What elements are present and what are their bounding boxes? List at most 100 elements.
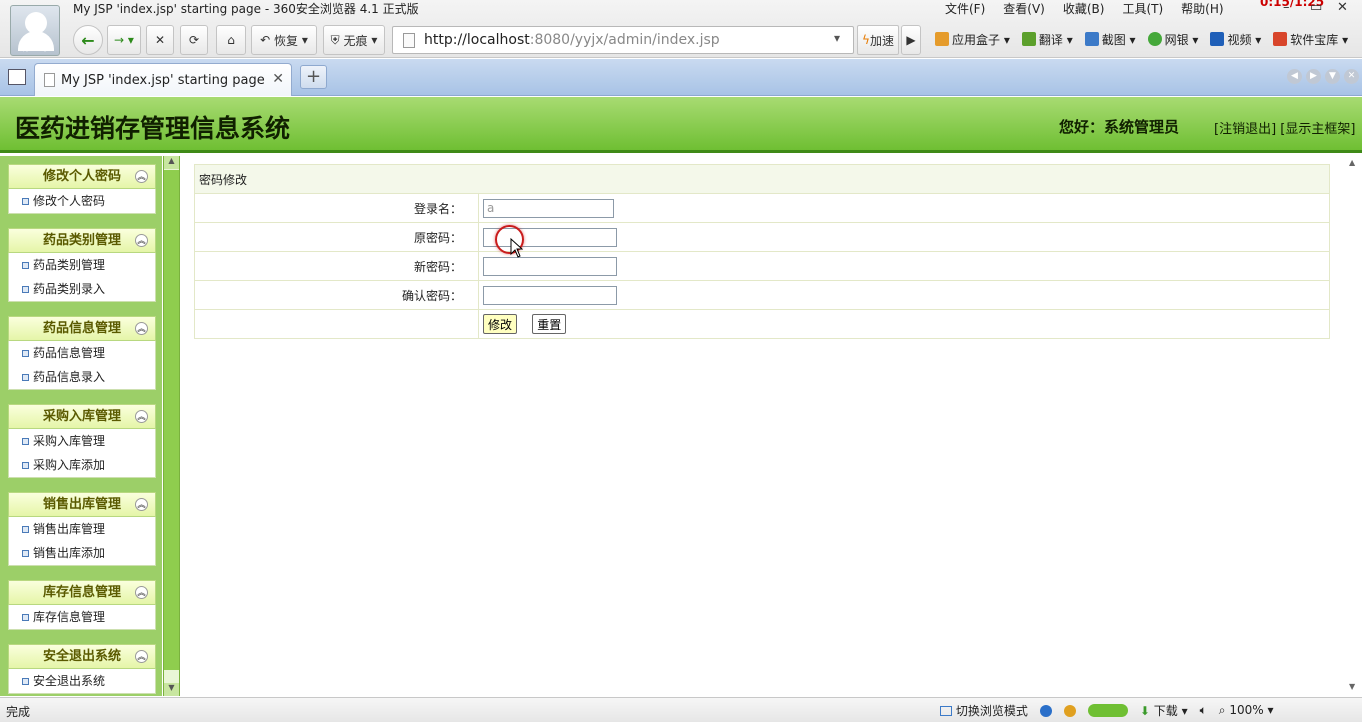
sidebar-group-password: 修改个人密码 ︽ 修改个人密码 bbox=[8, 164, 156, 214]
play-icon: ▶ bbox=[906, 33, 916, 47]
frame-splitter-scrollbar[interactable]: ▲ ▼ bbox=[163, 156, 180, 696]
sidebar-group-header[interactable]: 药品类别管理 ︽ bbox=[8, 228, 156, 253]
sidebar-item-sales-add[interactable]: 销售出库添加 bbox=[9, 541, 155, 565]
lightning-icon: ϟ bbox=[862, 33, 870, 47]
menu-file[interactable]: 文件(F) bbox=[945, 0, 985, 17]
sidebar-item-category-add[interactable]: 药品类别录入 bbox=[9, 277, 155, 301]
menu-help[interactable]: 帮助(H) bbox=[1181, 0, 1223, 17]
switch-mode-button[interactable]: 切换浏览模式 bbox=[940, 702, 1028, 719]
restore-label: 恢复 bbox=[274, 33, 299, 48]
sidebar-group-sales: 销售出库管理 ︽ 销售出库管理 销售出库添加 bbox=[8, 492, 156, 566]
sidebar-item-stock-manage[interactable]: 库存信息管理 bbox=[9, 605, 155, 629]
page-scrollbar[interactable]: ▲ ▼ bbox=[1345, 156, 1362, 696]
sidebar-group-header[interactable]: 销售出库管理 ︽ bbox=[8, 492, 156, 517]
nav-left-icon[interactable]: ◀ bbox=[1287, 69, 1302, 84]
close-tab-icon[interactable]: ✕ bbox=[272, 71, 284, 87]
sidebar-item-drug-add[interactable]: 药品信息录入 bbox=[9, 365, 155, 389]
home-button[interactable]: ⌂ bbox=[216, 25, 246, 55]
login-name-input[interactable] bbox=[483, 198, 614, 218]
system-header: 医药进销存管理信息系统 您好：系统管理员 [注销退出] [显示主框架] bbox=[0, 97, 1362, 153]
menu-favorites[interactable]: 收藏(B) bbox=[1063, 0, 1105, 17]
address-dropdown-icon[interactable]: ▾ bbox=[834, 31, 840, 45]
sidebar-item-drug-manage[interactable]: 药品信息管理 bbox=[9, 341, 155, 365]
status-text: 完成 bbox=[6, 705, 31, 719]
sidebar-group-header[interactable]: 库存信息管理 ︽ bbox=[8, 580, 156, 605]
forward-button[interactable]: → ▾ bbox=[107, 25, 141, 55]
bank-button[interactable]: 网银 ▾ bbox=[1147, 31, 1198, 48]
header-links[interactable]: [注销退出] [显示主框架] bbox=[1214, 118, 1355, 137]
stop-icon: ✕ bbox=[154, 33, 166, 47]
close-all-icon[interactable]: ✕ bbox=[1344, 69, 1359, 84]
password-form: 密码修改 登录名： 原密码： 新密码： 确认密码： 修改 重置 bbox=[194, 164, 1330, 339]
sidebar-item-purchase-add[interactable]: 采购入库添加 bbox=[9, 453, 155, 477]
sidebar-item-category-manage[interactable]: 药品类别管理 bbox=[9, 253, 155, 277]
window-icon bbox=[940, 706, 952, 716]
sidebar-group-header[interactable]: 修改个人密码 ︽ bbox=[8, 164, 156, 189]
tab-index[interactable]: My JSP 'index.jsp' starting page ✕ bbox=[34, 63, 292, 96]
new-tab-button[interactable]: + bbox=[300, 65, 327, 89]
sidebar-group-drug-category: 药品类别管理 ︽ 药品类别管理 药品类别录入 bbox=[8, 228, 156, 302]
minimize-icon[interactable]: – bbox=[1283, 0, 1290, 15]
appbox-button[interactable]: 应用盒子 ▾ bbox=[935, 31, 1010, 48]
sidebar-item-sales-manage[interactable]: 销售出库管理 bbox=[9, 517, 155, 541]
avatar-label: 请登录 bbox=[18, 40, 52, 53]
scroll-up-icon[interactable]: ▲ bbox=[1349, 158, 1355, 167]
collapse-icon[interactable]: ︽ bbox=[135, 586, 148, 599]
collapse-icon[interactable]: ︽ bbox=[135, 498, 148, 511]
notrace-button[interactable]: ⛨ 无痕 ▾ bbox=[323, 25, 385, 55]
close-window-icon[interactable]: ✕ bbox=[1337, 0, 1348, 15]
download-icon: ⬇ bbox=[1139, 704, 1150, 718]
collapse-icon[interactable]: ︽ bbox=[135, 650, 148, 663]
video-button[interactable]: 视频 ▾ bbox=[1210, 31, 1261, 48]
menu-tools[interactable]: 工具(T) bbox=[1122, 0, 1163, 17]
download-button[interactable]: ⬇ 下载 ▾ bbox=[1140, 702, 1188, 719]
go-button[interactable]: ▶ bbox=[901, 25, 921, 55]
sidebar-group-header[interactable]: 安全退出系统 ︽ bbox=[8, 644, 156, 669]
confirm-password-input[interactable] bbox=[483, 285, 617, 305]
software-button[interactable]: 软件宝库 ▾ bbox=[1273, 31, 1348, 48]
translate-button[interactable]: 翻译 ▾ bbox=[1021, 31, 1073, 48]
maximize-icon[interactable]: ▭ bbox=[1310, 0, 1322, 15]
screenshot-button[interactable]: 截图 ▾ bbox=[1084, 31, 1136, 48]
sidebar-item-change-password[interactable]: 修改个人密码 bbox=[9, 189, 155, 213]
nav-right-icon[interactable]: ▶ bbox=[1306, 69, 1321, 84]
sidebar-toggle-icon[interactable] bbox=[8, 69, 26, 85]
ie-icon[interactable] bbox=[1039, 704, 1052, 717]
sidebar-item-purchase-manage[interactable]: 采购入库管理 bbox=[9, 429, 155, 453]
restore-button[interactable]: ↶ 恢复 ▾ bbox=[251, 25, 317, 55]
chrome-icon[interactable] bbox=[1063, 704, 1076, 717]
address-bar[interactable]: http://localhost:8080/yyjx/admin/index.j… bbox=[392, 26, 854, 54]
zoom-control[interactable]: ⌕ 100% ▾ bbox=[1219, 703, 1274, 718]
accelerate-button[interactable]: ϟ 加速 bbox=[857, 25, 899, 55]
refresh-button[interactable]: ⟳ bbox=[180, 25, 208, 55]
collapse-icon[interactable]: ︽ bbox=[135, 234, 148, 247]
sidebar-group-header[interactable]: 药品信息管理 ︽ bbox=[8, 316, 156, 341]
back-button[interactable]: ← bbox=[73, 25, 103, 55]
collapse-icon[interactable]: ︽ bbox=[135, 410, 148, 423]
menu-view[interactable]: 查看(V) bbox=[1003, 0, 1045, 17]
tab-list-icon[interactable]: ▼ bbox=[1325, 69, 1340, 84]
new-password-input[interactable] bbox=[483, 256, 617, 276]
scroll-thumb[interactable] bbox=[164, 170, 179, 670]
address-url: http://localhost:8080/yyjx/admin/index.j… bbox=[424, 32, 720, 48]
submit-button[interactable]: 修改 bbox=[483, 314, 518, 334]
sidebar-group-header[interactable]: 采购入库管理 ︽ bbox=[8, 404, 156, 429]
confirm-password-label: 确认密码： bbox=[194, 280, 479, 310]
back-arrow-icon: ← bbox=[81, 30, 95, 50]
volume-icon[interactable]: 🔈︎ bbox=[1200, 703, 1207, 718]
toggle-icon[interactable] bbox=[1087, 704, 1128, 717]
scroll-down-icon[interactable]: ▼ bbox=[1349, 682, 1355, 691]
form-title: 密码修改 bbox=[194, 164, 1330, 194]
reset-button[interactable]: 重置 bbox=[532, 314, 567, 334]
greeting: 您好：系统管理员 bbox=[1059, 118, 1180, 136]
scroll-down-icon[interactable]: ▼ bbox=[164, 683, 179, 696]
collapse-icon[interactable]: ︽ bbox=[135, 322, 148, 335]
collapse-icon[interactable]: ︽ bbox=[135, 170, 148, 183]
login-avatar[interactable]: 请登录 bbox=[10, 5, 60, 56]
sidebar-group-purchase: 采购入库管理 ︽ 采购入库管理 采购入库添加 bbox=[8, 404, 156, 478]
sidebar: 修改个人密码 ︽ 修改个人密码 药品类别管理 ︽ 药品类别管理 药品类别录入 药品信息… bbox=[0, 156, 162, 696]
sidebar-group-drug-info: 药品信息管理 ︽ 药品信息管理 药品信息录入 bbox=[8, 316, 156, 390]
sidebar-item-logout[interactable]: 安全退出系统 bbox=[9, 669, 155, 693]
scroll-up-icon[interactable]: ▲ bbox=[164, 156, 179, 169]
stop-button[interactable]: ✕ bbox=[146, 25, 174, 55]
